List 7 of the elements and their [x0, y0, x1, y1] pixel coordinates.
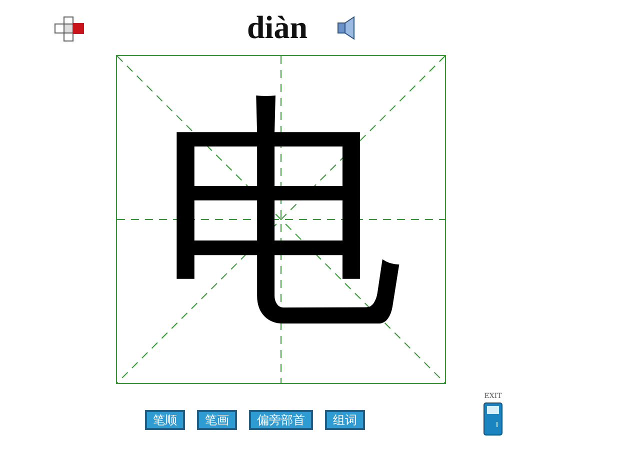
pinyin-text: diàn: [247, 9, 308, 46]
menu-button[interactable]: 组词: [325, 410, 365, 430]
menu-button[interactable]: 偏旁部首: [249, 410, 313, 430]
puzzle-icon[interactable]: [53, 14, 87, 42]
door-icon[interactable]: [483, 402, 503, 436]
menu-button[interactable]: 笔顺: [145, 410, 185, 430]
menu-button[interactable]: 笔画: [197, 410, 237, 430]
